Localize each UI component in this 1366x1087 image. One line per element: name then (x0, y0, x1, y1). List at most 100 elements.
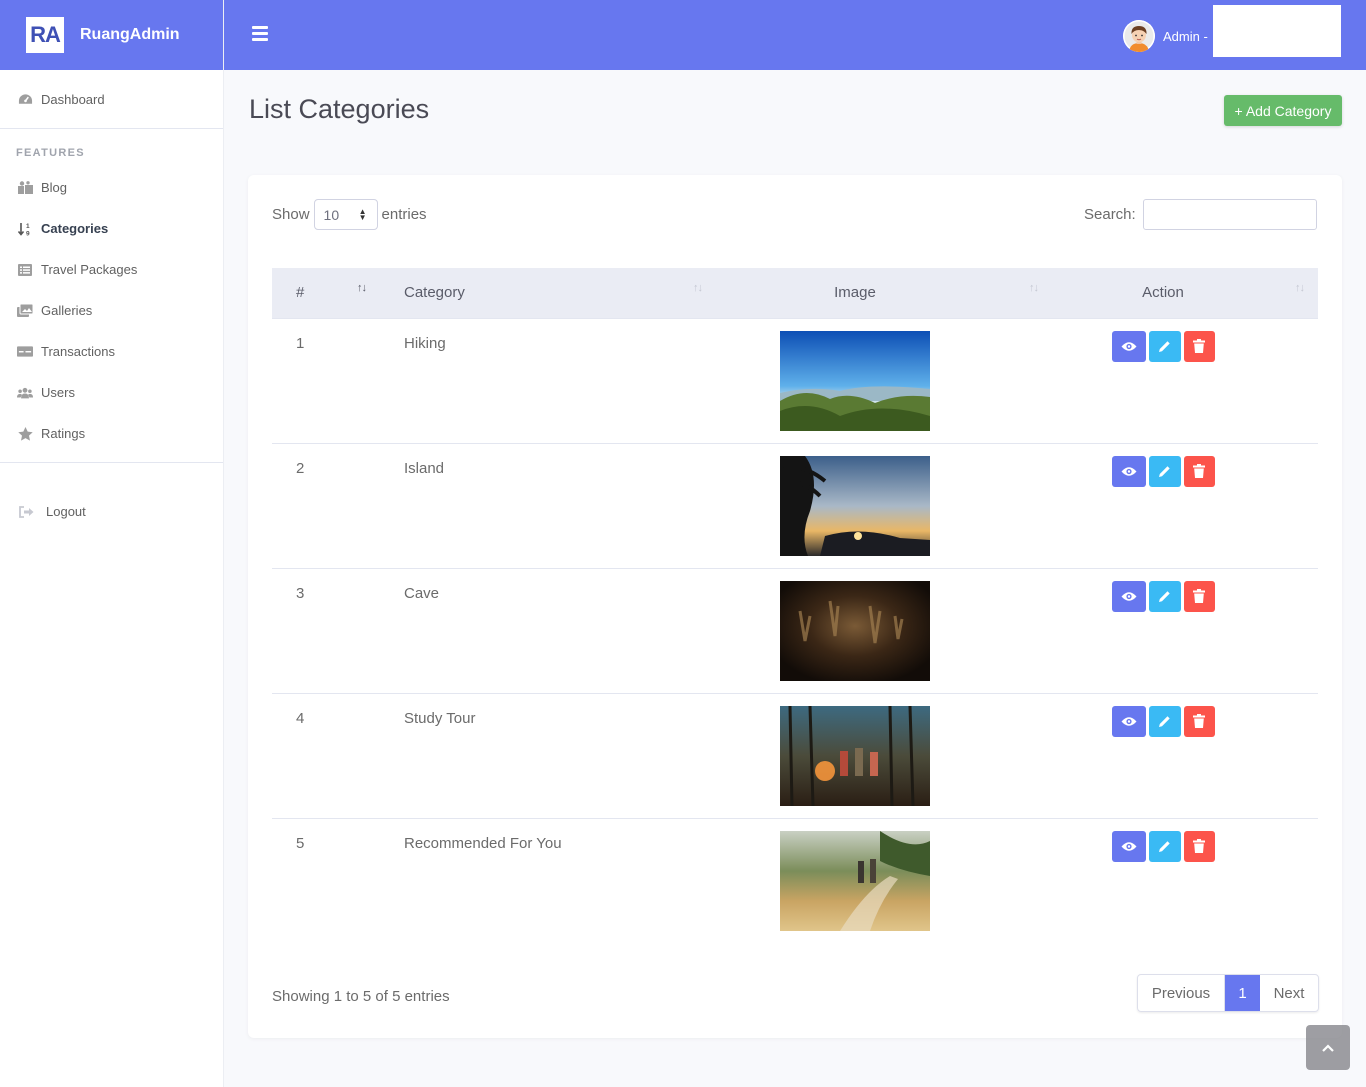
view-button[interactable] (1111, 580, 1146, 612)
view-button[interactable] (1111, 330, 1146, 362)
row-category: Recommended For You (404, 834, 562, 852)
scroll-to-top-button[interactable] (1306, 1025, 1350, 1070)
eye-icon (1121, 341, 1136, 351)
row-actions (1111, 455, 1215, 487)
view-button[interactable] (1111, 455, 1146, 487)
sidebar-item-travel-packages[interactable]: Travel Packages (0, 249, 223, 290)
table-header-row: # ↑↓ Category ↑↓ Image ↑↓ Action ↑↓ (272, 268, 1318, 319)
category-image (780, 330, 930, 431)
sort-icon: ↑↓ (1295, 282, 1305, 294)
table-row: 1 Hiking (272, 318, 1318, 443)
trash-icon (1193, 464, 1205, 478)
select-caret-icon: ▲ ▼ (358, 207, 367, 222)
sort-icon: ↑↓ (357, 282, 367, 294)
table-row: 3 Cave (272, 568, 1318, 693)
sidebar-item-label: Logout (46, 504, 86, 519)
view-button[interactable] (1111, 830, 1146, 862)
menu-toggle-icon[interactable] (252, 26, 268, 42)
sidebar-item-transactions[interactable]: Transactions (0, 331, 223, 372)
search-control: Search: (1084, 199, 1317, 230)
delete-button[interactable] (1183, 580, 1215, 612)
entries-select[interactable]: 10 ▲ ▼ (313, 199, 378, 230)
sidebar-item-dashboard[interactable]: Dashboard (0, 78, 223, 120)
edit-button[interactable] (1148, 830, 1181, 862)
pencil-icon (1159, 715, 1170, 727)
edit-button[interactable] (1148, 705, 1181, 737)
page-1-button[interactable]: 1 (1225, 975, 1260, 1011)
eye-icon (1121, 591, 1136, 601)
next-page-button[interactable]: Next (1260, 975, 1318, 1011)
page-title: List Categories (249, 94, 430, 124)
svg-text:9: 9 (26, 230, 30, 236)
user-dropdown[interactable]: Admin - (1123, 20, 1208, 52)
row-number: 2 (296, 459, 305, 477)
add-category-button[interactable]: + Add Category (1224, 95, 1342, 126)
delete-button[interactable] (1183, 705, 1215, 737)
column-header-number[interactable]: # ↑↓ (272, 268, 380, 319)
row-number: 4 (296, 709, 305, 727)
pencil-icon (1159, 840, 1170, 852)
edit-button[interactable] (1148, 455, 1181, 487)
delete-button[interactable] (1183, 330, 1215, 362)
sidebar-item-label: Travel Packages (41, 262, 138, 277)
eye-icon (1121, 716, 1136, 726)
avatar (1123, 20, 1155, 52)
trash-icon (1193, 839, 1205, 853)
sidebar-item-blog[interactable]: Blog (0, 167, 223, 208)
row-actions (1111, 830, 1215, 862)
row-category: Cave (404, 584, 440, 602)
sidebar-item-label: Blog (41, 180, 68, 195)
chevron-up-icon (1322, 1043, 1334, 1052)
sidebar-item-label: Transactions (41, 344, 115, 359)
entries-select-value: 10 (323, 206, 340, 223)
sidebar-item-label: Dashboard (41, 91, 105, 107)
sidebar-item-label: Ratings (41, 426, 86, 441)
pencil-icon (1159, 465, 1170, 477)
category-image (780, 580, 930, 681)
column-header-image[interactable]: Image ↑↓ (716, 268, 1052, 319)
users-icon (17, 386, 33, 400)
user-name-redacted (1213, 5, 1341, 57)
entries-label: entries (381, 206, 427, 223)
sort-icon: ↑↓ (693, 282, 703, 294)
column-header-action[interactable]: Action ↑↓ (1052, 268, 1318, 319)
row-number: 1 (296, 334, 305, 352)
trash-icon (1193, 714, 1205, 728)
delete-button[interactable] (1183, 455, 1215, 487)
sidebar-item-label: Galleries (41, 303, 93, 318)
search-input[interactable] (1142, 199, 1317, 230)
column-header-label: Category (404, 284, 465, 302)
sidebar-item-galleries[interactable]: Galleries (0, 290, 223, 331)
sidebar-item-categories[interactable]: 19 Categories (0, 208, 223, 249)
brand[interactable]: RA RuangAdmin (0, 0, 223, 70)
row-actions (1111, 330, 1215, 362)
sidebar-item-logout[interactable]: Logout (0, 491, 223, 532)
sort-icon: ↑↓ (1029, 282, 1039, 294)
column-header-label: Action (1142, 284, 1184, 302)
categories-table: # ↑↓ Category ↑↓ Image ↑↓ Action ↑↓ 1 Hi… (272, 268, 1318, 943)
edit-button[interactable] (1148, 330, 1181, 362)
sidebar-item-label: Users (41, 385, 75, 400)
trash-icon (1193, 339, 1205, 353)
pencil-icon (1159, 590, 1170, 602)
star-icon (17, 426, 33, 441)
edit-button[interactable] (1148, 580, 1181, 612)
delete-button[interactable] (1183, 830, 1215, 862)
brand-name: RuangAdmin (80, 26, 180, 43)
brand-logo-text: RA (30, 22, 61, 47)
user-name: Admin - (1163, 28, 1208, 44)
view-button[interactable] (1111, 705, 1146, 737)
eye-icon (1121, 841, 1136, 851)
sidebar-item-ratings[interactable]: Ratings (0, 413, 223, 454)
column-header-category[interactable]: Category ↑↓ (380, 268, 716, 319)
previous-page-button[interactable]: Previous (1138, 975, 1225, 1011)
images-icon (17, 304, 33, 318)
table-row: 2 Island (272, 443, 1318, 568)
table-row: 4 Study Tour (272, 693, 1318, 818)
table-info: Showing 1 to 5 of 5 entries (272, 988, 450, 1005)
sidebar-item-users[interactable]: Users (0, 372, 223, 413)
search-label: Search: (1084, 206, 1136, 223)
column-header-label: Image (834, 284, 876, 302)
row-actions (1111, 580, 1215, 612)
blog-icon (17, 181, 33, 195)
